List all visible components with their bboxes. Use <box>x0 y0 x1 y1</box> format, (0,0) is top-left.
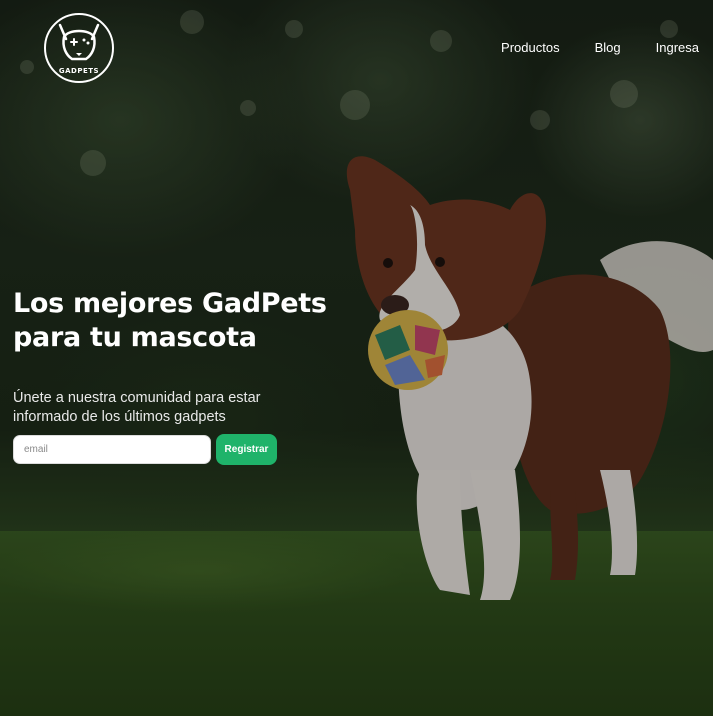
bokeh-light <box>610 80 638 108</box>
bokeh-light <box>180 10 204 34</box>
nav-link-blog[interactable]: Blog <box>595 40 621 55</box>
hero-subtitle: Únete a nuestra comunidad para estar inf… <box>13 390 261 425</box>
hero-section: GADPETS Productos Blog Ingresa Los mejor… <box>0 0 713 716</box>
hero-title: Los mejores GadPets para tu mascota <box>13 287 353 355</box>
bokeh-light <box>285 20 303 38</box>
register-button[interactable]: Registrar <box>216 434 277 465</box>
bokeh-light <box>530 110 550 130</box>
bokeh-light <box>240 100 256 116</box>
hero-title-line2: para tu mascota <box>13 322 257 353</box>
bokeh-light <box>340 90 370 120</box>
bokeh-light <box>80 150 106 176</box>
hero-title-line1: Los mejores GadPets <box>13 288 327 319</box>
bokeh-light <box>20 60 34 74</box>
main-nav: Productos Blog Ingresa <box>501 40 699 55</box>
email-input[interactable] <box>13 435 211 464</box>
dog-with-ball-image <box>346 156 713 600</box>
nav-link-ingresa[interactable]: Ingresa <box>656 40 699 55</box>
brand-logo[interactable]: GADPETS <box>44 13 114 83</box>
brand-name: GADPETS <box>58 67 100 75</box>
bokeh-light <box>660 20 678 38</box>
nav-link-productos[interactable]: Productos <box>501 40 560 55</box>
bokeh-light <box>430 30 452 52</box>
